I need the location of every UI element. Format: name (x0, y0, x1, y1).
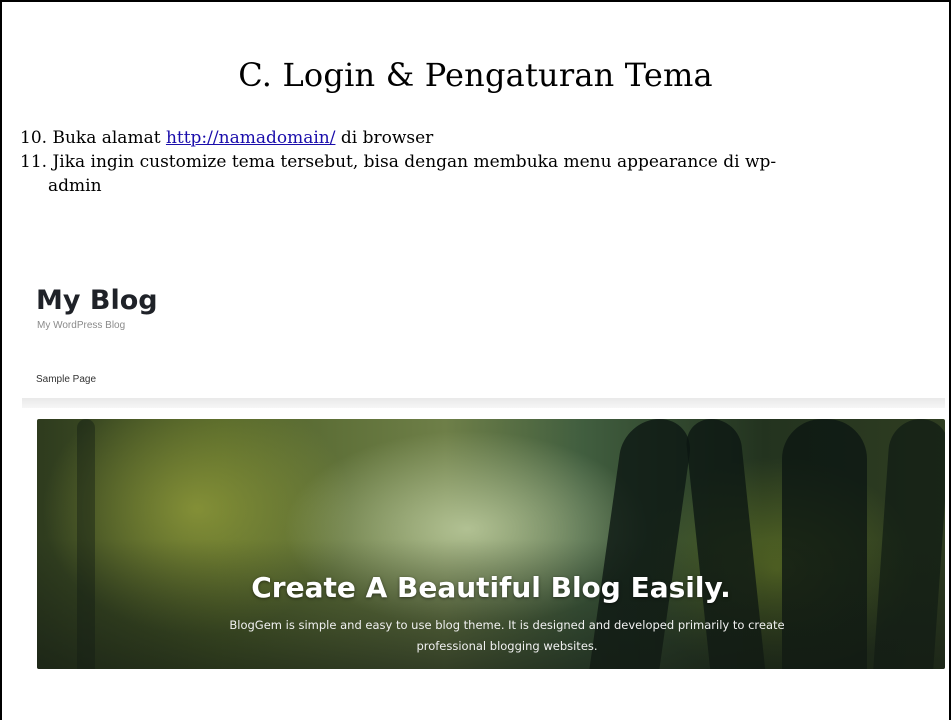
wordpress-screenshot: My Blog My WordPress Blog Sample Page Cr… (22, 282, 945, 672)
step-text: Jika ingin customize tema tersebut, bisa… (52, 152, 777, 172)
steps-list: 10. Buka alamat http://namadomain/ di br… (20, 126, 940, 198)
step-text: Buka alamat (52, 128, 166, 148)
site-tagline: My WordPress Blog (37, 320, 126, 331)
domain-link[interactable]: http://namadomain/ (166, 128, 336, 148)
step-number: 10. (20, 128, 48, 148)
step-text-end: di browser (335, 128, 434, 148)
hero-heading: Create A Beautiful Blog Easily. (251, 571, 731, 604)
nav-item-sample-page[interactable]: Sample Page (36, 374, 96, 385)
hero-banner: Create A Beautiful Blog Easily. BlogGem … (37, 419, 945, 669)
step-11: 11. Jika ingin customize tema tersebut, … (20, 150, 940, 198)
slide: C. Login & Pengaturan Tema 10. Buka alam… (0, 0, 951, 720)
step-number: 11. (20, 152, 48, 172)
slide-title: C. Login & Pengaturan Tema (238, 56, 713, 94)
site-title[interactable]: My Blog (36, 285, 158, 316)
step-10: 10. Buka alamat http://namadomain/ di br… (20, 126, 940, 150)
hero-subtext: BlogGem is simple and easy to use blog t… (229, 618, 785, 653)
header-divider (22, 398, 945, 408)
step-text-continuation: admin (48, 176, 102, 196)
